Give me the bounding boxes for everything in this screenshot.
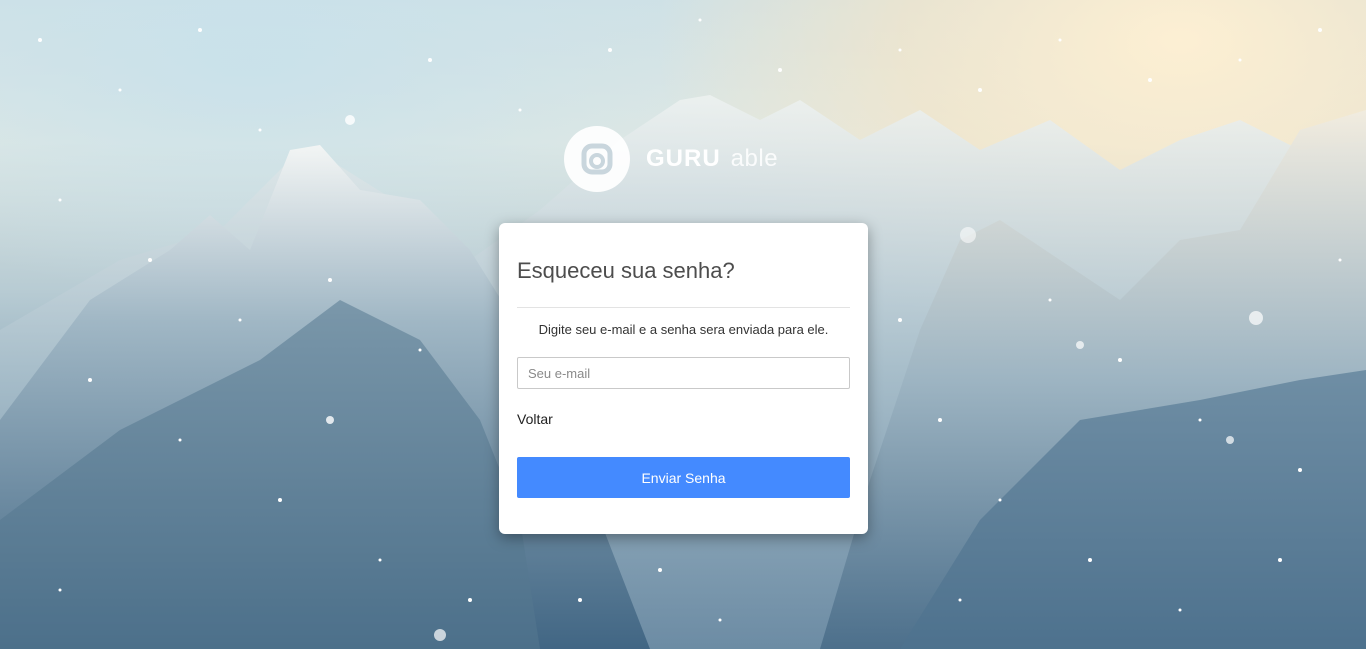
forgot-password-card: Esqueceu sua senha? Digite seu e-mail e … — [499, 223, 868, 534]
title-divider — [517, 307, 850, 308]
back-link[interactable]: Voltar — [517, 411, 553, 427]
brand-logo: GURU able — [564, 125, 778, 193]
form-description: Digite seu e-mail e a senha sera enviada… — [538, 322, 829, 337]
guru-logo-icon — [564, 126, 630, 192]
brand-name-light: able — [730, 145, 779, 172]
page-title: Esqueceu sua senha? — [517, 258, 735, 283]
send-password-button[interactable]: Enviar Senha — [517, 457, 850, 498]
email-field[interactable] — [517, 357, 850, 389]
brand-name: GURU able — [646, 145, 778, 173]
brand-name-bold: GURU — [646, 145, 721, 172]
